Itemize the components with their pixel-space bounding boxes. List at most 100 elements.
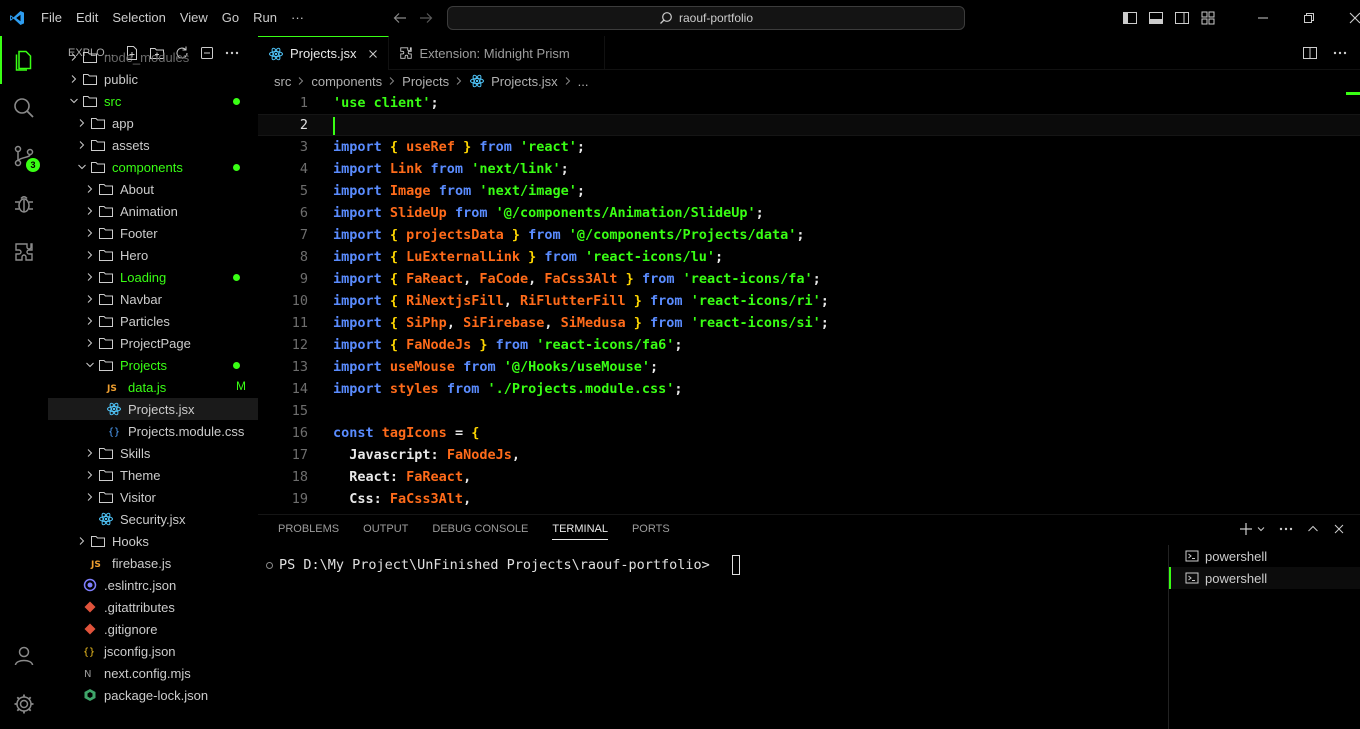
tree-folder[interactable]: src <box>48 90 258 112</box>
tab-extension-midnight-prism[interactable]: Extension: Midnight Prism <box>389 36 605 70</box>
account-icon[interactable] <box>0 632 48 680</box>
customize-layout-icon[interactable] <box>1200 10 1216 26</box>
panel-tab-output[interactable]: OUTPUT <box>363 523 408 535</box>
chevron-right-icon[interactable] <box>82 464 98 486</box>
breadcrumb-item[interactable]: src <box>274 74 291 89</box>
tree-folder[interactable]: ProjectPage <box>48 332 258 354</box>
panel-tab-debug-console[interactable]: DEBUG CONSOLE <box>432 523 528 535</box>
chevron-right-icon[interactable] <box>82 200 98 222</box>
chevron-down-icon[interactable] <box>66 90 82 112</box>
tree-file[interactable]: Security.jsx <box>48 508 258 530</box>
chevron-right-icon[interactable] <box>66 68 82 90</box>
tree-folder[interactable]: Projects <box>48 354 258 376</box>
tree-folder[interactable]: public <box>48 68 258 90</box>
chevron-right-icon[interactable] <box>82 266 98 288</box>
minimize-icon[interactable] <box>1240 0 1286 36</box>
code-text: import useMouse from '@/Hooks/useMouse'; <box>333 359 658 375</box>
new-terminal-icon[interactable] <box>1238 521 1254 537</box>
panel-tab-terminal[interactable]: TERMINAL <box>552 523 608 540</box>
tree-file[interactable]: JS firebase.js <box>48 552 258 574</box>
terminal-instance[interactable]: powershell <box>1169 545 1360 567</box>
tree-folder[interactable]: node_modules <box>48 46 258 68</box>
restore-icon[interactable] <box>1286 0 1332 36</box>
chevron-right-icon[interactable] <box>82 222 98 244</box>
chevron-right-icon[interactable] <box>82 332 98 354</box>
tree-file[interactable]: Nnext.config.mjs <box>48 662 258 684</box>
breadcrumb-item[interactable]: Projects.jsx <box>491 74 557 89</box>
tree-folder[interactable]: assets <box>48 134 258 156</box>
search-icon[interactable] <box>0 84 48 132</box>
code-editor[interactable]: 1 'use client'; 2 3 import { useRef } from '… <box>258 92 1360 514</box>
activity-active-indicator <box>0 36 2 84</box>
split-editor-icon[interactable] <box>1302 45 1318 61</box>
settings-gear-icon[interactable] <box>0 680 48 728</box>
back-arrow-icon[interactable] <box>392 10 408 26</box>
chevron-right-icon[interactable] <box>74 134 90 156</box>
tree-folder[interactable]: app <box>48 112 258 134</box>
chevron-right-icon[interactable] <box>82 178 98 200</box>
menu-item-go[interactable]: Go <box>215 0 246 36</box>
chevron-down-icon[interactable] <box>82 354 98 376</box>
tree-file[interactable]: Projects.jsx <box>48 398 258 420</box>
menu-item-edit[interactable]: Edit <box>69 0 105 36</box>
breadcrumb-item[interactable]: components <box>311 74 382 89</box>
close-panel-icon[interactable] <box>1332 522 1346 536</box>
tree-folder[interactable]: Footer <box>48 222 258 244</box>
menu-item-more[interactable]: ··· <box>284 0 311 36</box>
toggle-panel-icon[interactable] <box>1148 10 1164 26</box>
menu-item-run[interactable]: Run <box>246 0 284 36</box>
terminal-instance[interactable]: powershell <box>1169 567 1360 589</box>
tree-folder[interactable]: Loading <box>48 266 258 288</box>
breadcrumb-item[interactable]: ... <box>578 74 589 89</box>
panel-more-icon[interactable] <box>1278 521 1294 537</box>
toggle-secondary-sidebar-icon[interactable] <box>1174 10 1190 26</box>
chevron-down-icon[interactable] <box>74 156 90 178</box>
close-icon[interactable] <box>1332 0 1360 36</box>
chevron-right-icon[interactable] <box>82 442 98 464</box>
menu-item-view[interactable]: View <box>173 0 215 36</box>
chevron-right-icon[interactable] <box>82 244 98 266</box>
tree-folder[interactable]: Navbar <box>48 288 258 310</box>
editor-more-icon[interactable] <box>1332 45 1348 61</box>
panel-tab-problems[interactable]: PROBLEMS <box>278 523 339 535</box>
tree-folder[interactable]: Animation <box>48 200 258 222</box>
tree-folder[interactable]: About <box>48 178 258 200</box>
tree-file[interactable]: {} jsconfig.json <box>48 640 258 662</box>
explorer-icon[interactable] <box>0 36 48 84</box>
tree-file[interactable]: JS data.js M <box>48 376 258 398</box>
tree-folder[interactable]: Visitor <box>48 486 258 508</box>
tab-projects-jsx[interactable]: Projects.jsx <box>258 36 390 70</box>
tree-file[interactable]: .gitattributes <box>48 596 258 618</box>
chevron-right-icon[interactable] <box>82 486 98 508</box>
tree-file[interactable]: .eslintrc.json <box>48 574 258 596</box>
extensions-icon[interactable] <box>0 228 48 276</box>
code-token: , <box>544 315 561 331</box>
chevron-right-icon[interactable] <box>66 46 82 68</box>
close-icon[interactable] <box>368 49 378 59</box>
chevron-down-icon[interactable] <box>1256 524 1266 534</box>
tree-file[interactable]: .gitignore <box>48 618 258 640</box>
source-control-icon[interactable]: 3 <box>0 132 48 180</box>
menu-item-file[interactable]: File <box>34 0 69 36</box>
run-debug-icon[interactable] <box>0 180 48 228</box>
maximize-panel-icon[interactable] <box>1306 522 1320 536</box>
breadcrumb-item[interactable]: Projects <box>402 74 449 89</box>
tree-folder[interactable]: components <box>48 156 258 178</box>
tree-file[interactable]: {} Projects.module.css <box>48 420 258 442</box>
chevron-right-icon[interactable] <box>82 310 98 332</box>
chevron-right-icon[interactable] <box>82 288 98 310</box>
menu-item-selection[interactable]: Selection <box>105 0 172 36</box>
panel-tab-ports[interactable]: PORTS <box>632 523 670 535</box>
tree-folder[interactable]: Hero <box>48 244 258 266</box>
command-center-search[interactable]: raouf-portfolio <box>447 6 965 30</box>
tree-folder[interactable]: Particles <box>48 310 258 332</box>
tree-file[interactable]: package-lock.json <box>48 684 258 706</box>
tree-folder[interactable]: Hooks <box>48 530 258 552</box>
terminal-line[interactable]: PS D:\My Project\UnFinished Projects\rao… <box>266 555 740 575</box>
chevron-right-icon[interactable] <box>74 112 90 134</box>
tree-folder[interactable]: Skills <box>48 442 258 464</box>
toggle-primary-sidebar-icon[interactable] <box>1122 10 1138 26</box>
tree-folder[interactable]: Theme <box>48 464 258 486</box>
chevron-right-icon[interactable] <box>74 530 90 552</box>
forward-arrow-icon[interactable] <box>418 10 434 26</box>
